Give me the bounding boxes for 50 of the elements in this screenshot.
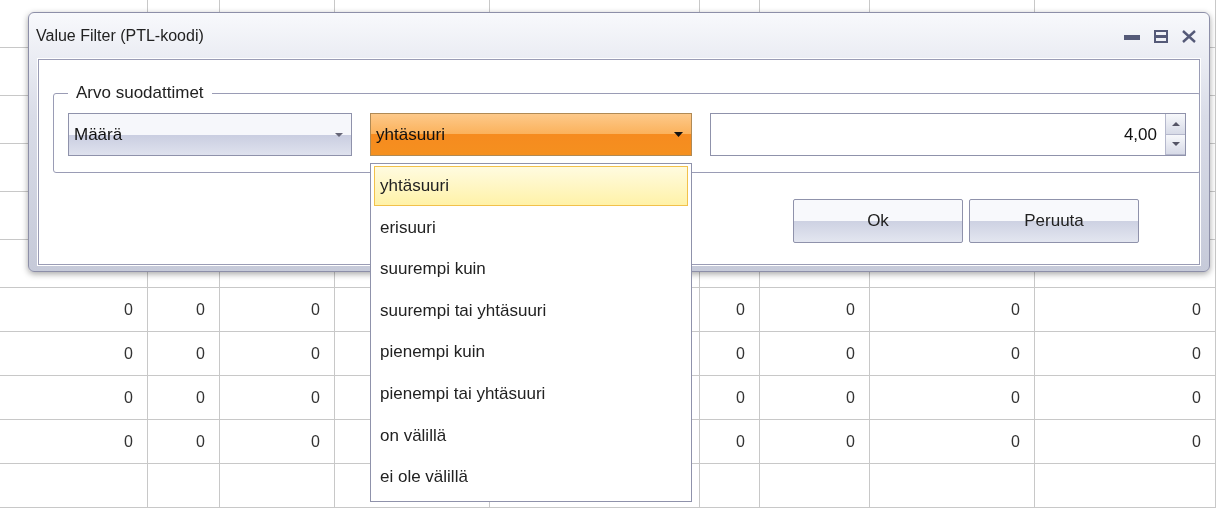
dropdown-option[interactable]: pienempi kuin: [374, 332, 688, 373]
maximize-icon[interactable]: [1154, 29, 1168, 43]
table-cell: 0: [1011, 344, 1020, 363]
table-cell: 0: [124, 300, 133, 319]
operator-dropdown[interactable]: yhtäsuuri: [370, 113, 692, 156]
close-icon[interactable]: [1182, 29, 1196, 43]
table-cell: 0: [124, 344, 133, 363]
dropdown-option[interactable]: suurempi kuin: [374, 249, 688, 290]
table-cell: 0: [311, 432, 320, 451]
value-spinner[interactable]: 4,00: [710, 113, 1186, 156]
group-label: Arvo suodattimet: [75, 83, 205, 103]
dropdown-option[interactable]: on välillä: [374, 415, 688, 456]
caret-icon: [335, 132, 343, 137]
table-cell: 0: [124, 388, 133, 407]
table-cell: 0: [736, 432, 745, 451]
dropdown-option[interactable]: pienempi tai yhtäsuuri: [374, 374, 688, 414]
table-cell: 0: [1192, 432, 1201, 451]
table-cell: 0: [196, 300, 205, 319]
down-arrow-icon[interactable]: [1171, 142, 1180, 147]
table-cell: 0: [1192, 344, 1201, 363]
table-cell: 0: [736, 388, 745, 407]
table-cell: 0: [196, 344, 205, 363]
table-cell: 0: [1011, 300, 1020, 319]
table-cell: 0: [846, 432, 855, 451]
table-cell: 0: [311, 388, 320, 407]
dropdown-option[interactable]: suurempi tai yhtäsuuri: [374, 290, 688, 331]
field-dropdown[interactable]: Määrä: [68, 113, 352, 156]
table-cell: 0: [311, 300, 320, 319]
table-cell: 0: [736, 300, 745, 319]
table-cell: 0: [1192, 300, 1201, 319]
table-cell: 0: [736, 344, 745, 363]
up-arrow-icon[interactable]: [1171, 121, 1180, 126]
table-cell: 0: [124, 432, 133, 451]
minimize-icon[interactable]: [1124, 32, 1140, 40]
caret-icon: [674, 132, 683, 137]
table-cell: 0: [311, 344, 320, 363]
cancel-button[interactable]: Peruuta: [969, 199, 1139, 243]
table-cell: 0: [846, 388, 855, 407]
window-title: Value Filter (PTL-koodi): [36, 27, 204, 45]
table-cell: 0: [846, 300, 855, 319]
table-cell: 0: [196, 432, 205, 451]
table-cell: 0: [846, 344, 855, 363]
dropdown-option[interactable]: yhtäsuuri: [374, 166, 688, 206]
table-cell: 0: [1011, 388, 1020, 407]
table-cell: 0: [1011, 432, 1020, 451]
dropdown-option[interactable]: erisuuri: [374, 207, 688, 248]
table-cell: 0: [1192, 388, 1201, 407]
ok-button[interactable]: Ok: [793, 199, 963, 243]
table-cell: 0: [196, 388, 205, 407]
dropdown-option[interactable]: ei ole välillä: [374, 457, 688, 498]
